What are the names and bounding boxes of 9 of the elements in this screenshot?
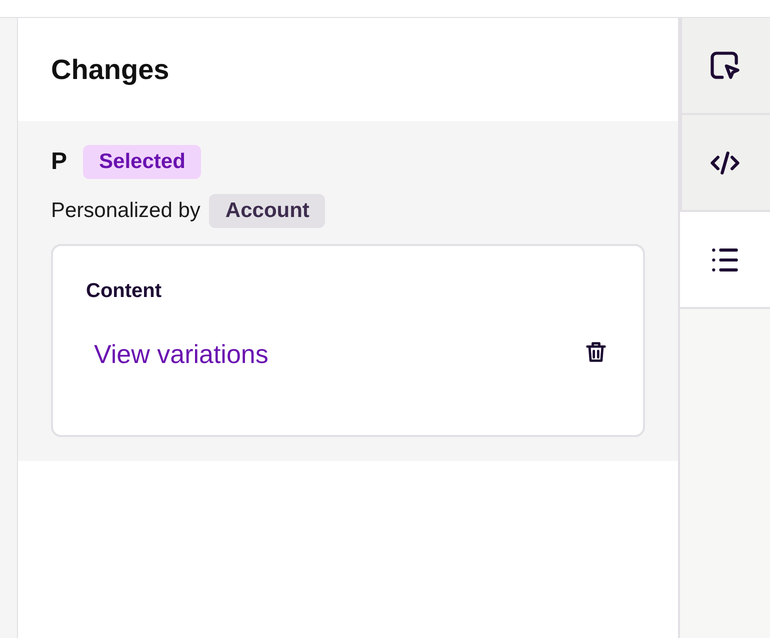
delete-button[interactable] (583, 339, 609, 365)
status-tag: Selected (83, 145, 202, 179)
audience-tag: Account (209, 194, 326, 228)
trash-icon (583, 339, 609, 365)
element-name: P (51, 148, 68, 176)
card-heading: Content (86, 280, 163, 303)
personalized-label: Personalized by (51, 199, 200, 223)
panel-title: Changes (51, 54, 170, 86)
view-variations-link[interactable]: View variations (94, 339, 268, 370)
